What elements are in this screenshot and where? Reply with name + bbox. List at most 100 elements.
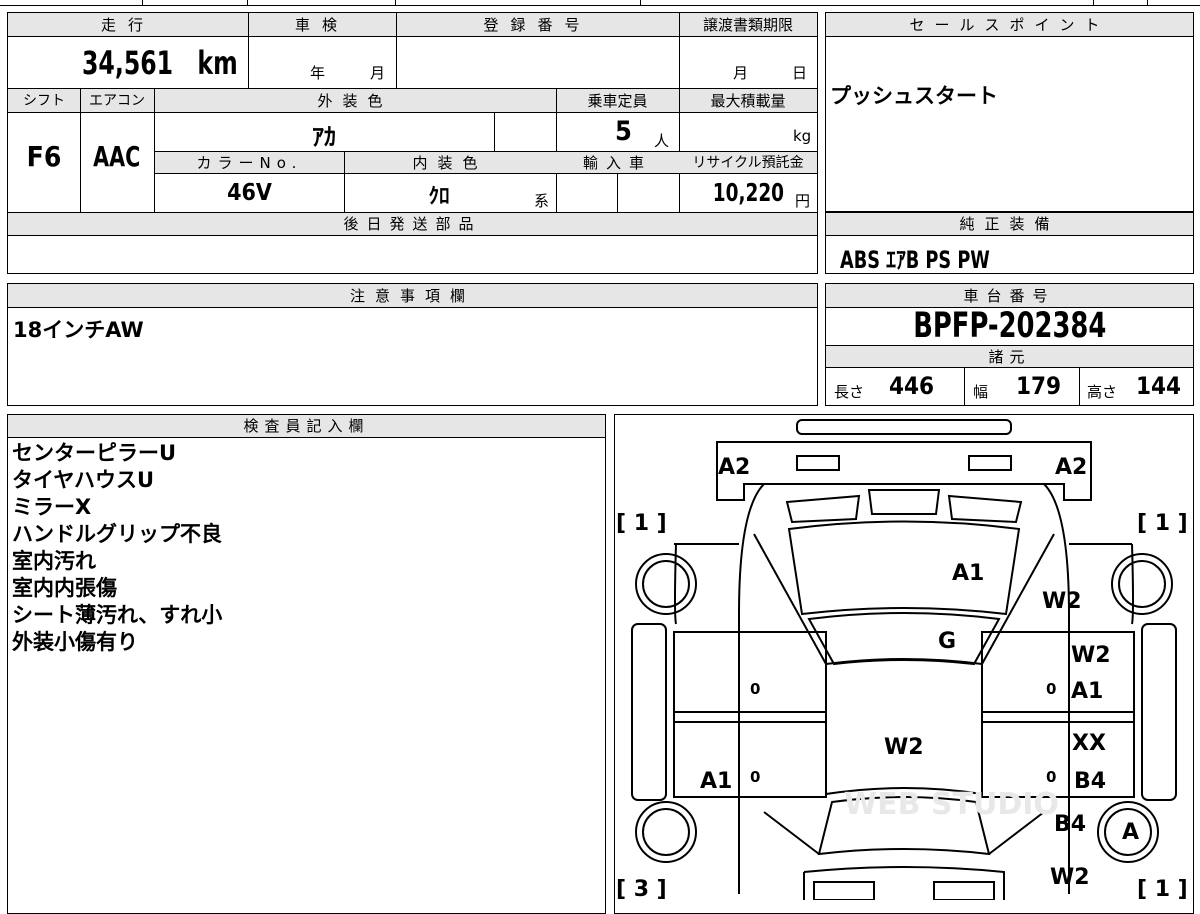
- shift-value: F6: [26, 140, 62, 173]
- tire-rl-shape: [635, 801, 697, 863]
- mark-a2-right: A2: [1055, 455, 1087, 480]
- mark-tire-rl: [ 3 ]: [616, 877, 667, 900]
- mark-door-rr-2: B4: [1074, 769, 1106, 794]
- hood-shape: [787, 520, 1021, 616]
- trunk-shape: [803, 866, 1005, 900]
- width-value: 179: [1016, 372, 1062, 400]
- mark-door-rr-1: XX: [1072, 731, 1106, 756]
- mark-hood: A1: [952, 561, 984, 586]
- caution-label: 注意事項欄: [349, 287, 475, 305]
- grille-center-shape: [867, 489, 941, 515]
- rocker-right-shape: [1141, 623, 1177, 801]
- caution-text: 18インチAW: [13, 318, 144, 342]
- capacity-value: 5: [615, 116, 632, 147]
- length-label: 長さ: [834, 383, 865, 401]
- front-bumper-shape: [796, 419, 1012, 435]
- mark-tire-fr: [ 1 ]: [1137, 511, 1188, 536]
- mark-roof: W2: [884, 735, 924, 760]
- inspector-label: 検査員記入欄: [243, 417, 370, 435]
- capacity-unit: 人: [654, 132, 670, 150]
- height-value: 144: [1136, 372, 1182, 400]
- exterior-color-value: ｱｶ: [312, 123, 336, 151]
- exterior-color-label: 外装色: [317, 92, 393, 110]
- mark-door-fr-2: A1: [1071, 679, 1103, 704]
- mark-zero-3: 0: [750, 768, 760, 786]
- shaken-year-unit: 年: [310, 64, 326, 82]
- shaken-label: 車検: [294, 16, 349, 34]
- fender-left-shape: [674, 543, 739, 625]
- roof-shape: [825, 658, 983, 796]
- standard-equipment-label: 純正装備: [959, 215, 1060, 233]
- standard-equipment-text: ABS ｴｱB PS PW: [840, 246, 990, 274]
- height-label: 高さ: [1087, 383, 1118, 401]
- headlight-right-shape: [968, 455, 1012, 471]
- mark-zero-1: 0: [750, 680, 760, 698]
- max-load-unit: kg: [793, 127, 812, 145]
- interior-color-suffix: 系: [534, 192, 550, 210]
- mark-tire-fl: [ 1 ]: [616, 511, 667, 536]
- mark-fender-fr: W2: [1042, 589, 1082, 614]
- color-no-value: 46V: [227, 180, 272, 206]
- car-diagram: A2 A2 [ 1 ] [ 1 ] [ 3 ] [ 1 ] A1 W2 G W2…: [616, 419, 1188, 900]
- sales-point-text: プッシュスタート: [830, 84, 998, 108]
- shift-label: シフト: [23, 93, 65, 109]
- note-item: センターピラーU: [12, 441, 177, 465]
- mark-rear-r: W2: [1050, 865, 1090, 890]
- recycle-value: 10,220: [713, 178, 785, 207]
- tire-fr-shape: [1111, 553, 1173, 615]
- import-label: 輸入車: [582, 154, 652, 172]
- sales-point-label: セールスポイント: [909, 16, 1110, 34]
- mark-door-fr-1: W2: [1071, 643, 1111, 668]
- chassis-value: BPFP-202384: [912, 306, 1107, 346]
- mark-zero-4: 0: [1046, 768, 1056, 786]
- recycle-label: リサイクル預託金: [692, 155, 804, 171]
- ac-label: エアコン: [89, 93, 145, 109]
- note-item: タイヤハウスU: [12, 468, 155, 492]
- door-rr-shape: [981, 721, 1135, 798]
- interior-color-value: ｸﾛ: [428, 184, 450, 208]
- transfer-day-unit: 日: [792, 64, 808, 82]
- capacity-label: 乗車定員: [587, 92, 648, 110]
- specs-label: 諸元: [988, 348, 1031, 366]
- width-label: 幅: [973, 383, 989, 401]
- note-item: ミラーX: [12, 495, 92, 519]
- note-item: 外装小傷有り: [12, 630, 138, 654]
- later-parts-label: 後日発送部品: [343, 215, 482, 233]
- windshield-shape: [807, 612, 1001, 666]
- front-panel-shape: [716, 441, 1092, 501]
- rocker-left-shape: [631, 623, 667, 801]
- top-strip: [0, 0, 1200, 6]
- note-item: 室内汚れ: [12, 549, 96, 573]
- watermark: WEB STUDIO: [844, 787, 1059, 822]
- transfer-month-unit: 月: [733, 64, 749, 82]
- note-item: 室内内張傷: [12, 576, 117, 600]
- grille-left-shape: [785, 494, 861, 524]
- door-fl-shape: [673, 631, 827, 723]
- recycle-unit: 円: [795, 192, 811, 210]
- ac-value: AAC: [93, 140, 141, 173]
- transfer-label: 譲渡書類期限: [702, 16, 793, 34]
- length-value: 446: [889, 372, 935, 400]
- note-item: シート薄汚れ、すれ小: [12, 603, 223, 627]
- mark-a2-left: A2: [718, 455, 750, 480]
- headlight-left-shape: [796, 455, 840, 471]
- grille-right-shape: [947, 494, 1023, 524]
- max-load-label: 最大積載量: [710, 92, 786, 110]
- note-item: ハンドルグリップ不良: [12, 522, 222, 546]
- reg-number-label: 登録番号: [483, 16, 592, 34]
- mark-zero-2: 0: [1046, 680, 1056, 698]
- mileage-label: 走行: [100, 16, 155, 34]
- chassis-label: 車台番号: [963, 287, 1056, 305]
- shaken-month-unit: 月: [370, 64, 386, 82]
- mark-spare: A: [1122, 820, 1139, 845]
- mark-windshield: G: [938, 629, 956, 654]
- body-outer-shape: [738, 483, 1070, 894]
- mileage-value: 34,561 km: [81, 44, 238, 82]
- door-fr-shape: [981, 631, 1135, 723]
- inspector-notes: センターピラーU タイヤハウスU ミラーX ハンドルグリップ不良 室内汚れ 室内…: [12, 440, 222, 656]
- tire-fl-shape: [635, 553, 697, 615]
- interior-color-label: 内装色: [412, 154, 488, 172]
- color-no-label: カラーNo.: [196, 154, 303, 172]
- mark-door-rl: A1: [700, 769, 732, 794]
- sales-point-box: [825, 12, 1194, 212]
